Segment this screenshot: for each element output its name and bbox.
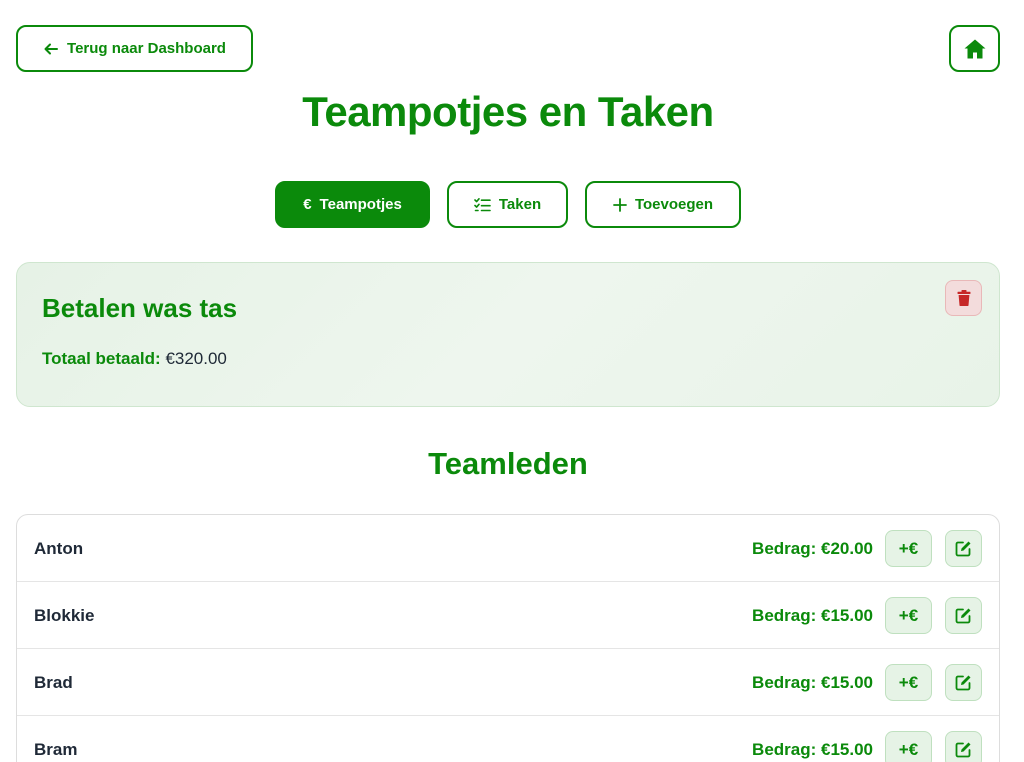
edit-member-button[interactable] — [945, 731, 982, 762]
member-name: Blokkie — [34, 606, 95, 625]
member-name: Bram — [34, 740, 78, 759]
checklist-icon — [474, 197, 491, 212]
member-amount: Bedrag: €15.00 — [752, 673, 873, 692]
arrow-left-icon — [43, 41, 59, 57]
member-row: Blokkie Bedrag: €15.00 +€ — [17, 582, 999, 649]
edit-member-button[interactable] — [945, 530, 982, 567]
edit-icon — [955, 741, 972, 758]
euro-icon: € — [303, 196, 312, 213]
member-row: Anton Bedrag: €20.00 +€ — [17, 515, 999, 582]
members-list: Anton Bedrag: €20.00 +€ Blokkie Bedrag: … — [16, 514, 1000, 762]
tab-taken-label: Taken — [498, 196, 542, 213]
member-amount: Bedrag: €20.00 — [752, 539, 873, 558]
tab-teampotjes[interactable]: € Teampotjes — [275, 181, 430, 228]
pot-total: Totaal betaald: €320.00 — [42, 349, 227, 369]
pot-total-label: Totaal betaald: — [42, 349, 161, 368]
members-section-title: Teamleden — [428, 446, 588, 481]
add-payment-button[interactable]: +€ — [885, 731, 932, 762]
pot-total-value: €320.00 — [165, 349, 227, 368]
add-payment-label: +€ — [898, 672, 919, 692]
member-amount: Bedrag: €15.00 — [752, 606, 873, 625]
edit-member-button[interactable] — [945, 664, 982, 701]
add-payment-button[interactable]: +€ — [885, 530, 932, 567]
add-payment-label: +€ — [898, 605, 919, 625]
home-icon — [963, 38, 987, 60]
member-name: Brad — [34, 673, 73, 692]
tab-taken[interactable]: Taken — [447, 181, 568, 228]
member-amount: Bedrag: €15.00 — [752, 740, 873, 759]
member-name: Anton — [34, 539, 84, 558]
tab-teampotjes-label: Teampotjes — [319, 196, 402, 213]
edit-icon — [955, 674, 972, 691]
pot-card: Betalen was tas Totaal betaald: €320.00 — [16, 262, 1000, 407]
member-row: Brad Bedrag: €15.00 +€ — [17, 649, 999, 716]
edit-icon — [955, 607, 972, 624]
delete-pot-button[interactable] — [945, 280, 982, 316]
edit-icon — [955, 540, 972, 557]
home-button[interactable] — [949, 25, 1000, 72]
plus-icon — [613, 197, 627, 212]
back-button-label: Terug naar Dashboard — [67, 40, 226, 57]
page-title: Teampotjes en Taken — [302, 88, 714, 135]
edit-member-button[interactable] — [945, 597, 982, 634]
back-to-dashboard-button[interactable]: Terug naar Dashboard — [16, 25, 253, 72]
tab-toevoegen-label: Toevoegen — [634, 196, 714, 213]
trash-icon — [957, 290, 971, 306]
add-payment-label: +€ — [898, 739, 919, 759]
member-row: Bram Bedrag: €15.00 +€ — [17, 716, 999, 762]
tab-toevoegen[interactable]: Toevoegen — [585, 181, 741, 228]
add-payment-label: +€ — [898, 538, 919, 558]
add-payment-button[interactable]: +€ — [885, 597, 932, 634]
pot-title: Betalen was tas — [42, 293, 238, 323]
add-payment-button[interactable]: +€ — [885, 664, 932, 701]
